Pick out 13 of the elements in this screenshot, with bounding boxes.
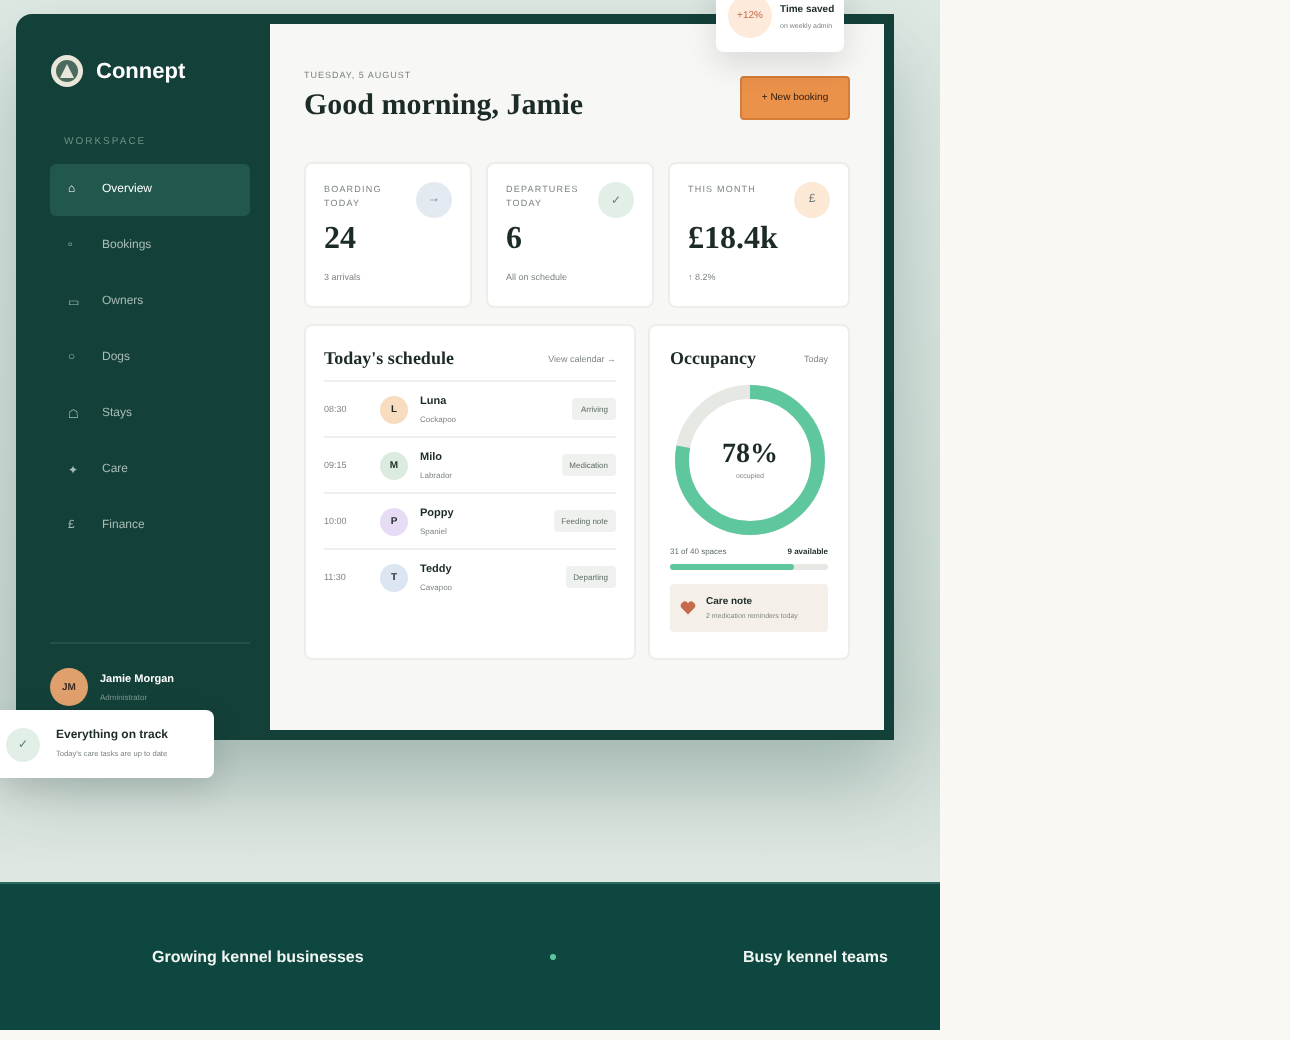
stat-value: £18.4k xyxy=(688,222,780,258)
percent-value: 78% xyxy=(722,440,778,472)
brand-name: Connept xyxy=(96,59,186,83)
stat-value: 24 xyxy=(324,222,358,258)
logo-icon xyxy=(50,54,84,88)
footer-text: Busy kennel teams xyxy=(743,948,888,966)
dot-icon xyxy=(550,954,557,960)
heart-icon xyxy=(680,600,696,616)
stat-value: 6 xyxy=(506,222,524,258)
card-title: Occupancy xyxy=(670,348,757,368)
greeting-title: Good morning, Jamie xyxy=(304,90,584,124)
footer-text: Growing kennel businesses xyxy=(152,948,364,966)
card-title: Today's schedule xyxy=(324,348,454,368)
